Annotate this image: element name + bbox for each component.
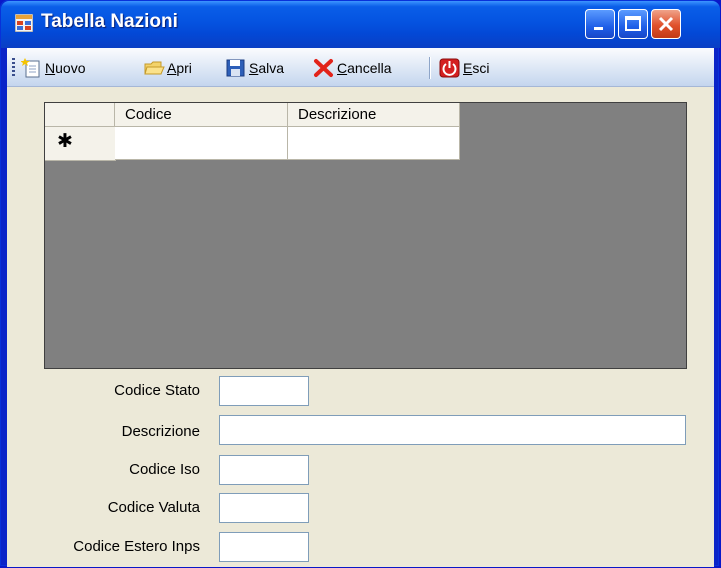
open-button[interactable]: Apri [143, 58, 192, 78]
new-button-accel: N [45, 60, 56, 76]
delete-button-label: ancella [347, 60, 392, 76]
delete-x-icon [314, 59, 333, 77]
open-button-accel: A [167, 60, 177, 76]
toolbar-separator [429, 57, 431, 79]
close-icon [658, 16, 674, 32]
new-row-header[interactable]: ✱ [45, 127, 116, 161]
minimize-icon [594, 27, 603, 30]
minimize-button[interactable] [585, 9, 615, 39]
main-window: Tabella Nazioni Nuovo Apri Salva Cancell… [0, 0, 720, 567]
data-grid[interactable]: Codice Descrizione ✱ [44, 102, 687, 369]
new-button-label: uovo [55, 60, 86, 76]
toolbar-grip[interactable] [12, 58, 15, 76]
window-title: Tabella Nazioni [41, 11, 178, 32]
open-button-label: pri [176, 60, 192, 76]
column-header-codice[interactable]: Codice [115, 103, 288, 127]
toolbar: Nuovo Apri Salva Cancella Esci [7, 48, 714, 87]
exit-button-label: sci [472, 60, 490, 76]
delete-button-accel: C [337, 60, 348, 76]
descrizione-input[interactable] [219, 415, 686, 445]
codice-valuta-input[interactable] [219, 493, 309, 523]
new-button[interactable]: Nuovo [21, 58, 85, 78]
maximize-button[interactable] [618, 9, 648, 39]
exit-power-icon [439, 58, 460, 78]
maximize-icon [625, 16, 641, 31]
grid-corner-header[interactable] [45, 103, 115, 127]
save-button-label: alva [258, 60, 285, 76]
grid-cell-descrizione[interactable] [288, 127, 460, 160]
app-form-icon [15, 14, 33, 32]
codice-iso-input[interactable] [219, 455, 309, 485]
save-disk-icon [226, 59, 245, 77]
label-codice-estero-inps: Codice Estero Inps [73, 538, 200, 555]
codice-stato-input[interactable] [219, 376, 309, 406]
label-codice-valuta: Codice Valuta [107, 499, 200, 516]
save-button[interactable]: Salva [225, 58, 284, 78]
title-bar[interactable]: Tabella Nazioni [1, 1, 720, 48]
grid-cell-codice[interactable] [115, 127, 288, 160]
new-row-marker-icon: ✱ [57, 131, 73, 152]
delete-button[interactable]: Cancella [313, 58, 392, 78]
close-button[interactable] [651, 9, 681, 39]
exit-button-accel: E [463, 60, 473, 76]
new-document-icon [21, 58, 40, 78]
save-button-accel: S [249, 60, 259, 76]
label-descrizione: Descrizione [121, 423, 200, 440]
column-header-descrizione[interactable]: Descrizione [288, 103, 460, 127]
label-codice-iso: Codice Iso [129, 461, 200, 478]
open-folder-icon [144, 61, 165, 75]
exit-button[interactable]: Esci [439, 58, 489, 78]
label-codice-stato: Codice Stato [114, 382, 200, 399]
form-client-area: Nuovo Apri Salva Cancella Esci Codice De… [7, 48, 714, 567]
codice-estero-inps-input[interactable] [219, 532, 309, 562]
